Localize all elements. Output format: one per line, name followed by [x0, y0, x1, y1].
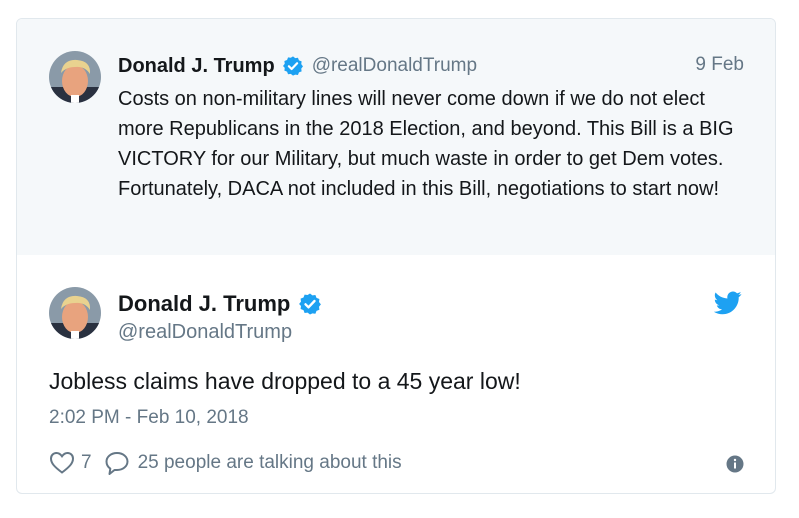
talking-about-link[interactable]: 25 people are talking about this	[104, 450, 402, 476]
speech-bubble-icon	[104, 450, 130, 476]
verified-badge-icon	[282, 55, 304, 77]
author-handle[interactable]: @realDonaldTrump	[118, 321, 292, 344]
parent-tweet-header: Donald J. Trump @realDonaldTrump	[118, 53, 477, 79]
avatar[interactable]	[49, 51, 101, 103]
main-tweet-text: Jobless claims have dropped to a 45 year…	[49, 368, 521, 394]
parent-tweet-text: Costs on non-military lines will never c…	[118, 88, 734, 200]
author-name[interactable]: Donald J. Trump	[118, 291, 290, 317]
tweet-actions: 7 25 people are talking about this	[49, 449, 402, 477]
twitter-bird-icon[interactable]	[713, 291, 742, 315]
parent-tweet[interactable]: Donald J. Trump @realDonaldTrump 9 Feb C…	[17, 19, 775, 255]
talking-about-label: 25 people are talking about this	[137, 452, 402, 473]
verified-badge-icon	[298, 292, 322, 316]
main-tweet-author: Donald J. Trump	[118, 291, 322, 317]
info-icon[interactable]	[726, 455, 744, 473]
tweet-timestamp[interactable]: 2:02 PM - Feb 10, 2018	[49, 407, 249, 429]
tweet-embed-card: Donald J. Trump @realDonaldTrump 9 Feb C…	[16, 18, 776, 494]
author-handle[interactable]: @realDonaldTrump	[312, 55, 477, 77]
parent-tweet-date[interactable]: 9 Feb	[695, 54, 744, 76]
avatar[interactable]	[49, 287, 101, 339]
heart-icon	[49, 451, 75, 475]
author-name[interactable]: Donald J. Trump	[118, 55, 275, 78]
like-count: 7	[81, 452, 92, 473]
like-button[interactable]: 7	[49, 451, 104, 475]
